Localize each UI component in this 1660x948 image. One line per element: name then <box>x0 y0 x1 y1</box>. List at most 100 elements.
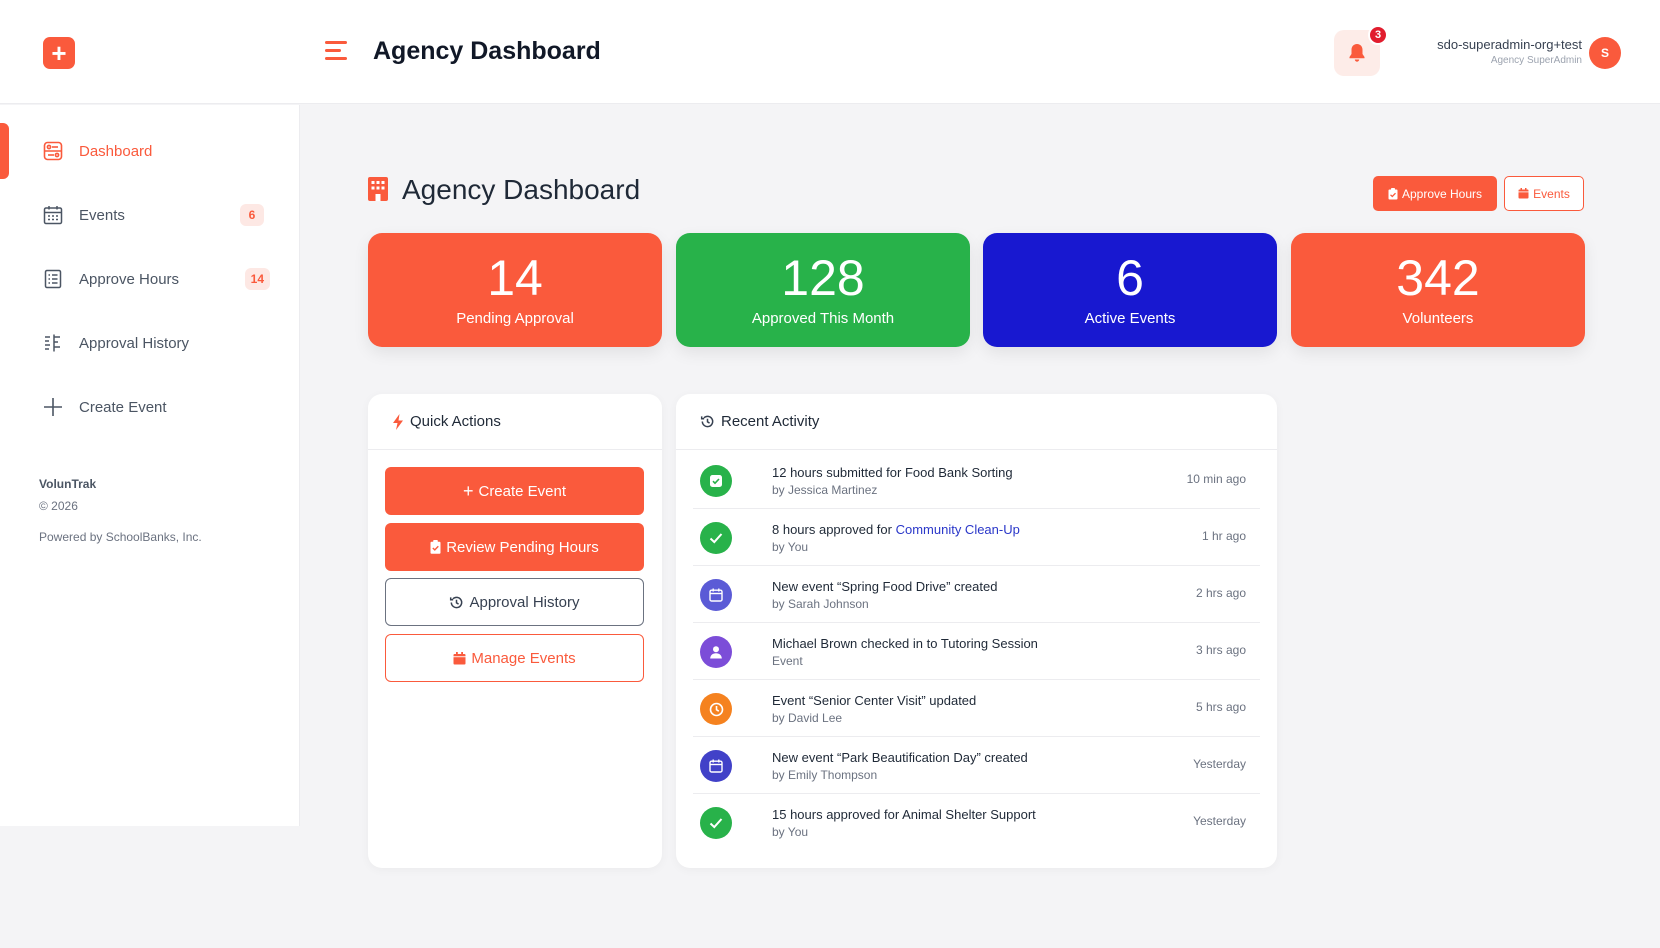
check-icon <box>700 522 732 554</box>
approve-hours-count-badge: 14 <box>244 268 270 290</box>
sidebar-item-dashboard[interactable]: Dashboard <box>0 123 300 179</box>
quick-actions-title: Quick Actions <box>410 413 501 430</box>
user-name[interactable]: sdo-superadmin-org+test <box>1437 37 1582 52</box>
copyright: © 2026 <box>39 499 78 513</box>
stat-card-active-events[interactable]: 6 Active Events <box>983 233 1277 347</box>
activity-time: 3 hrs ago <box>1195 643 1246 657</box>
check-icon <box>700 807 732 839</box>
sidebar-item-label: Events <box>79 206 125 224</box>
calendar-icon <box>700 579 732 611</box>
stat-value: 6 <box>1116 250 1144 306</box>
activity-title: Event “Senior Center Visit” updated <box>772 693 977 708</box>
activity-subtitle: by Jessica Martinez <box>772 483 878 497</box>
calendar-icon <box>700 750 732 782</box>
activity-title: 15 hours approved for Animal Shelter Sup… <box>772 807 1036 822</box>
clipboard-check-icon <box>1388 187 1398 199</box>
stat-value: 14 <box>487 250 543 306</box>
history-icon <box>450 596 463 608</box>
activity-time: Yesterday <box>1193 757 1246 771</box>
user-role: Agency SuperAdmin <box>1490 55 1582 66</box>
activity-title: 8 hours approved for Community Clean-Up <box>772 522 1020 537</box>
approve-hours-button-label: Approve Hours <box>1401 186 1483 201</box>
create-event-button[interactable]: + Create Event <box>385 467 644 515</box>
activity-title: New event “Park Beautification Day” crea… <box>772 750 1028 765</box>
activity-subtitle: by David Lee <box>772 711 843 725</box>
recent-activity-panel: Recent Activity 12 hours submitted for F… <box>676 394 1277 868</box>
calendar-icon <box>453 651 466 664</box>
top-bar: + Agency Dashboard 3 sdo-superadmin-org+… <box>0 0 1660 104</box>
manage-events-button-label: Manage Events <box>471 649 576 667</box>
stat-label: Volunteers <box>1402 310 1474 327</box>
quick-actions-panel: Quick Actions + Create Event Review Pend… <box>368 394 662 868</box>
bolt-icon <box>393 413 403 430</box>
event-link[interactable]: Community Clean-Up <box>896 522 1020 537</box>
header-title: Agency Dashboard <box>373 37 601 65</box>
activity-subtitle: by Sarah Johnson <box>772 597 869 611</box>
sidebar-item-events[interactable]: Events 6 <box>0 187 300 243</box>
clock-icon <box>700 693 732 725</box>
activity-title: New event “Spring Food Drive” created <box>772 579 998 594</box>
approve-hours-button[interactable]: Approve Hours <box>1373 176 1497 211</box>
create-event-button-label: Create Event <box>478 482 567 500</box>
user-icon <box>700 636 732 668</box>
sidebar-item-create-event[interactable]: Create Event <box>0 379 300 435</box>
activity-subtitle: by You <box>772 540 809 554</box>
recent-activity-header: Recent Activity <box>676 394 1277 450</box>
brand-name: VolunTrak <box>39 477 97 491</box>
activity-time: 1 hr ago <box>1201 529 1246 543</box>
activity-title: Michael Brown checked in to Tutoring Ses… <box>772 636 1038 651</box>
approval-history-button[interactable]: Approval History <box>385 578 644 626</box>
events-button[interactable]: Events <box>1504 176 1584 211</box>
activity-subtitle: Event <box>772 654 803 668</box>
dashboard-icon <box>42 140 64 162</box>
plus-icon: + <box>462 481 474 501</box>
activity-time: 10 min ago <box>1186 472 1246 486</box>
stat-card-volunteers[interactable]: 342 Volunteers <box>1291 233 1585 347</box>
events-button-label: Events <box>1533 186 1570 201</box>
stat-label: Active Events <box>1084 310 1176 327</box>
activity-item[interactable]: Event “Senior Center Visit” updated by D… <box>693 680 1260 737</box>
building-icon <box>367 176 389 202</box>
quick-actions-header: Quick Actions <box>368 394 662 450</box>
approval-history-button-label: Approval History <box>469 593 580 611</box>
activity-item[interactable]: 8 hours approved for Community Clean-Up … <box>693 509 1260 566</box>
stat-label: Approved This Month <box>751 310 895 327</box>
powered-by: Powered by SchoolBanks, Inc. <box>39 530 202 544</box>
activity-item[interactable]: New event “Park Beautification Day” crea… <box>693 737 1260 794</box>
activity-item[interactable]: 15 hours approved for Animal Shelter Sup… <box>693 794 1260 851</box>
activity-title: 12 hours submitted for Food Bank Sorting <box>772 465 1013 480</box>
activity-time: 2 hrs ago <box>1195 586 1246 600</box>
check-square-icon <box>700 465 732 497</box>
list-icon <box>42 268 64 290</box>
events-count-badge: 6 <box>240 204 264 226</box>
stat-card-pending-approval[interactable]: 14 Pending Approval <box>368 233 662 347</box>
sidebar-item-approve-hours[interactable]: Approve Hours 14 <box>0 251 300 307</box>
sidebar-item-label: Approve Hours <box>79 270 180 288</box>
activity-item[interactable]: Michael Brown checked in to Tutoring Ses… <box>693 623 1260 680</box>
review-pending-hours-button-label: Review Pending Hours <box>446 538 599 556</box>
calendar-icon <box>42 204 64 226</box>
activity-item[interactable]: New event “Spring Food Drive” created by… <box>693 566 1260 623</box>
activity-time: 5 hrs ago <box>1195 700 1246 714</box>
sidebar-item-label: Create Event <box>79 398 167 416</box>
activity-time: Yesterday <box>1193 814 1246 828</box>
sidebar: Dashboard Events 6 Approve Hours 14 Appr… <box>0 105 300 826</box>
activity-title-text: 8 hours approved for <box>772 522 896 537</box>
sidebar-item-label: Dashboard <box>79 142 153 160</box>
review-pending-hours-button[interactable]: Review Pending Hours <box>385 523 644 571</box>
clipboard-check-icon <box>430 540 441 554</box>
page-title: Agency Dashboard <box>402 174 641 205</box>
sidebar-item-approval-history[interactable]: Approval History <box>0 315 300 371</box>
bell-icon <box>1349 44 1365 62</box>
activity-subtitle: by You <box>772 825 809 839</box>
notifications-button[interactable]: 3 <box>1334 25 1388 76</box>
history-list-icon <box>42 332 64 354</box>
activity-subtitle: by Emily Thompson <box>772 768 878 782</box>
calendar-icon <box>1518 188 1529 199</box>
user-avatar[interactable]: S <box>1589 37 1621 69</box>
menu-toggle-hamburger-icon[interactable] <box>325 41 349 63</box>
app-logo-plus-icon[interactable]: + <box>43 37 75 69</box>
activity-item[interactable]: 12 hours submitted for Food Bank Sorting… <box>693 452 1260 509</box>
manage-events-button[interactable]: Manage Events <box>385 634 644 682</box>
stat-card-approved-this-month[interactable]: 128 Approved This Month <box>676 233 970 347</box>
